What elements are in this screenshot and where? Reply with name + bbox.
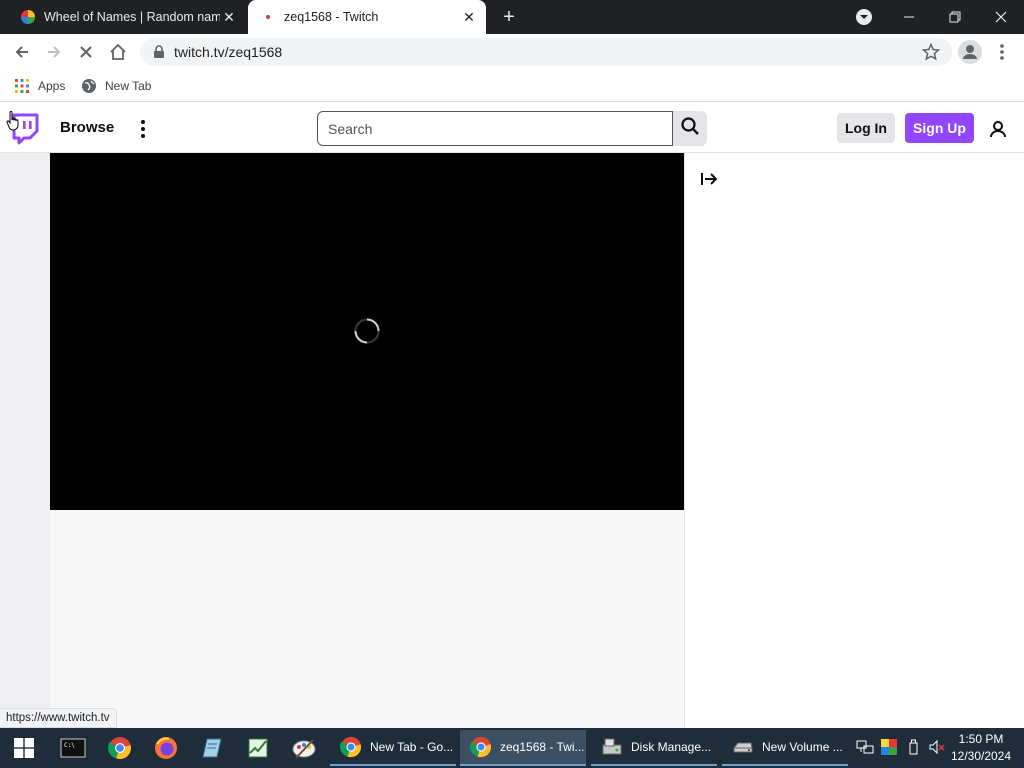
usb-device-icon[interactable]	[904, 738, 922, 756]
hand-cursor-icon	[6, 110, 22, 132]
bookmarks-bar: Apps New Tab	[0, 70, 1024, 102]
task-label: zeq1568 - Twi...	[500, 740, 585, 754]
lock-icon[interactable]	[152, 45, 166, 59]
paint-icon[interactable]	[290, 734, 318, 762]
minimize-icon[interactable]	[886, 0, 932, 34]
search-icon	[680, 116, 700, 141]
side-nav-collapsed	[0, 153, 50, 728]
loading-favicon-icon	[260, 9, 276, 25]
wheel-favicon-icon	[20, 9, 36, 25]
twitch-page: Browse Search Log In Sign Up	[0, 103, 1024, 728]
browser-menu-icon[interactable]	[994, 42, 1010, 62]
tab-title: Wheel of Names | Random name picker	[44, 10, 220, 24]
notepad-icon[interactable]	[198, 734, 226, 762]
task-label: New Volume ...	[762, 740, 843, 754]
tab-wheel-of-names[interactable]: Wheel of Names | Random name picker ✕	[8, 0, 246, 34]
log-in-button[interactable]: Log In	[837, 113, 895, 143]
tab-close-icon[interactable]: ✕	[460, 8, 478, 26]
clock-time: 1:50 PM	[958, 732, 1004, 746]
tab-close-icon[interactable]: ✕	[220, 8, 238, 26]
task-manager-icon[interactable]	[244, 734, 272, 762]
forward-icon[interactable]	[42, 40, 66, 64]
tab-twitch[interactable]: zeq1568 - Twitch ✕	[248, 0, 486, 34]
clock-date: 12/30/2024	[950, 749, 1012, 763]
link-status-bubble: https://www.twitch.tv	[0, 708, 117, 728]
tab-search-icon[interactable]	[855, 8, 873, 26]
loading-spinner-icon	[353, 317, 381, 345]
back-icon[interactable]	[10, 40, 34, 64]
home-icon[interactable]	[106, 40, 130, 64]
chrome-icon	[469, 736, 492, 758]
disk-management-icon	[601, 736, 623, 758]
stop-loading-icon[interactable]	[74, 40, 98, 64]
more-options-icon[interactable]	[136, 118, 150, 140]
browse-link[interactable]: Browse	[60, 119, 114, 136]
new-tab-button[interactable]: +	[499, 7, 519, 27]
user-menu-icon[interactable]	[988, 119, 1008, 139]
network-icon[interactable]	[856, 738, 874, 756]
sign-up-button[interactable]: Sign Up	[905, 113, 974, 143]
chrome-icon[interactable]	[106, 734, 134, 762]
globe-icon	[81, 78, 97, 94]
restore-icon[interactable]	[932, 0, 978, 34]
bookmark-new-tab[interactable]: New Tab	[81, 76, 151, 96]
address-bar[interactable]: twitch.tv/zeq1568	[140, 38, 952, 66]
expand-chat-icon[interactable]	[699, 169, 719, 189]
browser-tab-strip: Wheel of Names | Random name picker ✕ ze…	[0, 0, 1024, 34]
taskbar-task-new-volume[interactable]: New Volume ...	[722, 730, 848, 766]
volume-muted-icon[interactable]	[928, 738, 946, 756]
terminal-icon[interactable]: C:\	[59, 734, 87, 762]
taskbar-task-new-tab[interactable]: New Tab - Go...	[330, 730, 456, 766]
close-window-icon[interactable]	[978, 0, 1024, 34]
browser-toolbar: twitch.tv/zeq1568	[0, 34, 1024, 70]
task-label: New Tab - Go...	[370, 740, 454, 754]
chat-panel	[684, 153, 1024, 728]
profile-avatar-icon[interactable]	[958, 40, 982, 64]
apps-grid-icon	[14, 78, 30, 94]
bookmark-label: New Tab	[105, 79, 152, 93]
video-player[interactable]	[50, 153, 684, 510]
search-placeholder: Search	[328, 121, 373, 137]
svg-text:C:\: C:\	[64, 742, 75, 749]
tab-title: zeq1568 - Twitch	[284, 10, 379, 24]
search-button[interactable]	[673, 111, 707, 146]
color-app-icon[interactable]	[880, 738, 898, 756]
bookmark-label: Apps	[38, 79, 66, 93]
taskbar-task-twitch[interactable]: zeq1568 - Twi...	[460, 730, 586, 766]
firefox-icon[interactable]	[152, 734, 180, 762]
windows-taskbar: C:\ New Tab - Go... zeq1568 - Twi... Dis…	[0, 728, 1024, 768]
start-windows-icon[interactable]	[10, 734, 38, 762]
url-text: twitch.tv/zeq1568	[174, 44, 283, 60]
system-clock[interactable]: 1:50 PM 12/30/2024	[948, 731, 1014, 765]
twitch-top-nav: Browse Search Log In Sign Up	[0, 103, 1024, 153]
bookmark-apps[interactable]: Apps	[14, 76, 65, 96]
chrome-icon	[339, 736, 362, 758]
bookmark-star-icon[interactable]	[921, 42, 941, 61]
drive-icon	[732, 736, 754, 758]
task-label: Disk Manage...	[631, 740, 712, 754]
taskbar-task-disk-management[interactable]: Disk Manage...	[591, 730, 717, 766]
search-input[interactable]: Search	[317, 111, 673, 146]
